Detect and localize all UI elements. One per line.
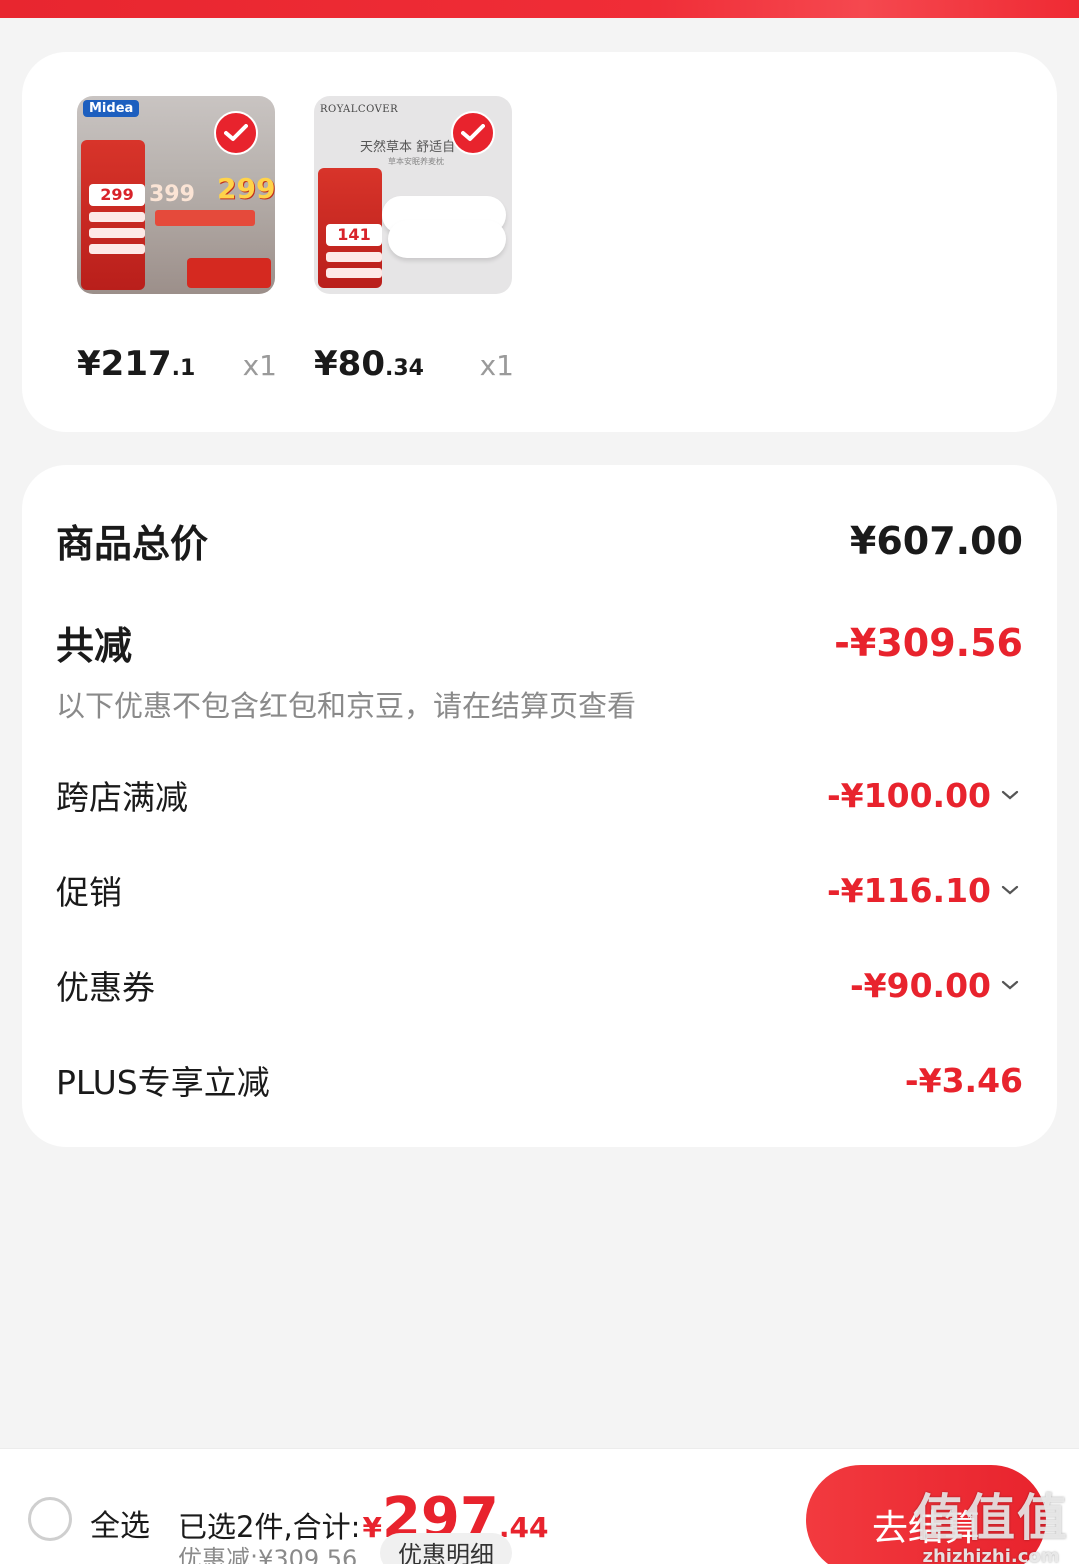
watermark-text: 值值值 — [913, 1489, 1069, 1547]
total-reduction-value: -¥309.56 — [834, 620, 1023, 665]
product-item[interactable]: ROYALCOVER 天然草本 舒适自 草本安眠养麦枕 141 — [314, 96, 514, 294]
discount-label: 跨店满减 — [56, 778, 188, 817]
promo-line — [89, 228, 145, 238]
total-price-value: ¥607.00 — [849, 518, 1023, 563]
product-quantity: x1 — [479, 349, 514, 382]
discount-label: 促销 — [56, 873, 122, 912]
selected-check-icon[interactable] — [214, 111, 258, 155]
promo-panel: 299 — [81, 140, 145, 290]
promo-price: 299 — [89, 184, 145, 206]
discount-value: -¥100.00 — [827, 776, 1023, 815]
brand-logo: ROYALCOVER — [320, 104, 399, 115]
select-all-checkbox[interactable] — [28, 1497, 72, 1541]
discount-label: PLUS专享立减 — [56, 1063, 270, 1102]
product-price-row: ¥217.1 x1 — [77, 344, 277, 384]
product-item[interactable]: Midea 299 399 299 — [77, 96, 277, 294]
product-quantity: x1 — [242, 349, 277, 382]
watermark-logo: 值值值 zhizhizhi.com — [913, 1478, 1069, 1564]
selected-products-card: Midea 299 399 299 ¥217.1 x1 ROYALCOVER 天… — [22, 52, 1057, 432]
thumb-caption: 天然草本 舒适自 — [360, 140, 456, 155]
selected-check-icon[interactable] — [451, 111, 495, 155]
pillow-image — [388, 220, 506, 258]
brand-logo: Midea — [83, 100, 140, 117]
discount-detail-button[interactable]: 优惠明细 — [380, 1533, 512, 1564]
promo-line — [89, 244, 145, 254]
promo-price: 141 — [326, 224, 382, 246]
promo-strip — [187, 258, 271, 288]
discount-row-plus: PLUS专享立减 -¥3.46 — [56, 1056, 1023, 1104]
thumb-subcaption: 草本安眠养麦枕 — [388, 157, 444, 166]
subsidy-banner — [155, 210, 255, 226]
select-all-label[interactable]: 全选 — [90, 1501, 150, 1545]
discount-value: -¥3.46 — [904, 1060, 1023, 1100]
currency-symbol: ¥ — [362, 1511, 382, 1544]
promo-line — [326, 252, 382, 262]
chevron-down-icon[interactable] — [997, 972, 1023, 998]
old-price: 399 — [149, 182, 195, 207]
total-reduction-label: 共减 — [56, 624, 133, 668]
chevron-down-icon[interactable] — [997, 877, 1023, 903]
total-reduction-row: 共减 -¥309.56 — [56, 615, 1023, 670]
discount-row-promotion[interactable]: 促销 -¥116.10 — [56, 866, 1023, 914]
product-thumbnail[interactable]: ROYALCOVER 天然草本 舒适自 草本安眠养麦枕 141 — [314, 96, 512, 294]
product-thumbnail[interactable]: Midea 299 399 299 — [77, 96, 275, 294]
promo-line — [89, 212, 145, 222]
discount-summary: 优惠减:¥309.56 — [178, 1545, 358, 1564]
product-price: ¥217.1 — [77, 344, 196, 384]
promo-line — [326, 268, 382, 278]
discount-row-coupon[interactable]: 优惠券 -¥90.00 — [56, 961, 1023, 1009]
total-price-label: 商品总价 — [56, 522, 209, 566]
discount-value: -¥116.10 — [827, 871, 1023, 910]
price-summary-card: 商品总价 ¥607.00 共减 -¥309.56 以下优惠不包含红包和京豆，请在… — [22, 465, 1057, 1147]
product-price-row: ¥80.34 x1 — [314, 344, 514, 384]
product-price: ¥80.34 — [314, 344, 424, 384]
chevron-down-icon[interactable] — [997, 782, 1023, 808]
discount-row-cross-store[interactable]: 跨店满减 -¥100.00 — [56, 771, 1023, 819]
promo-panel: 141 — [318, 168, 382, 288]
discount-label: 优惠券 — [56, 968, 155, 1007]
total-price-row: 商品总价 ¥607.00 — [56, 513, 1023, 568]
top-header-bar — [0, 0, 1079, 18]
watermark-url: zhizhizhi.com — [922, 1546, 1060, 1564]
activity-price: 299 — [217, 172, 275, 205]
discount-value: -¥90.00 — [850, 966, 1023, 1005]
discount-note: 以下优惠不包含红包和京豆，请在结算页查看 — [56, 689, 637, 723]
